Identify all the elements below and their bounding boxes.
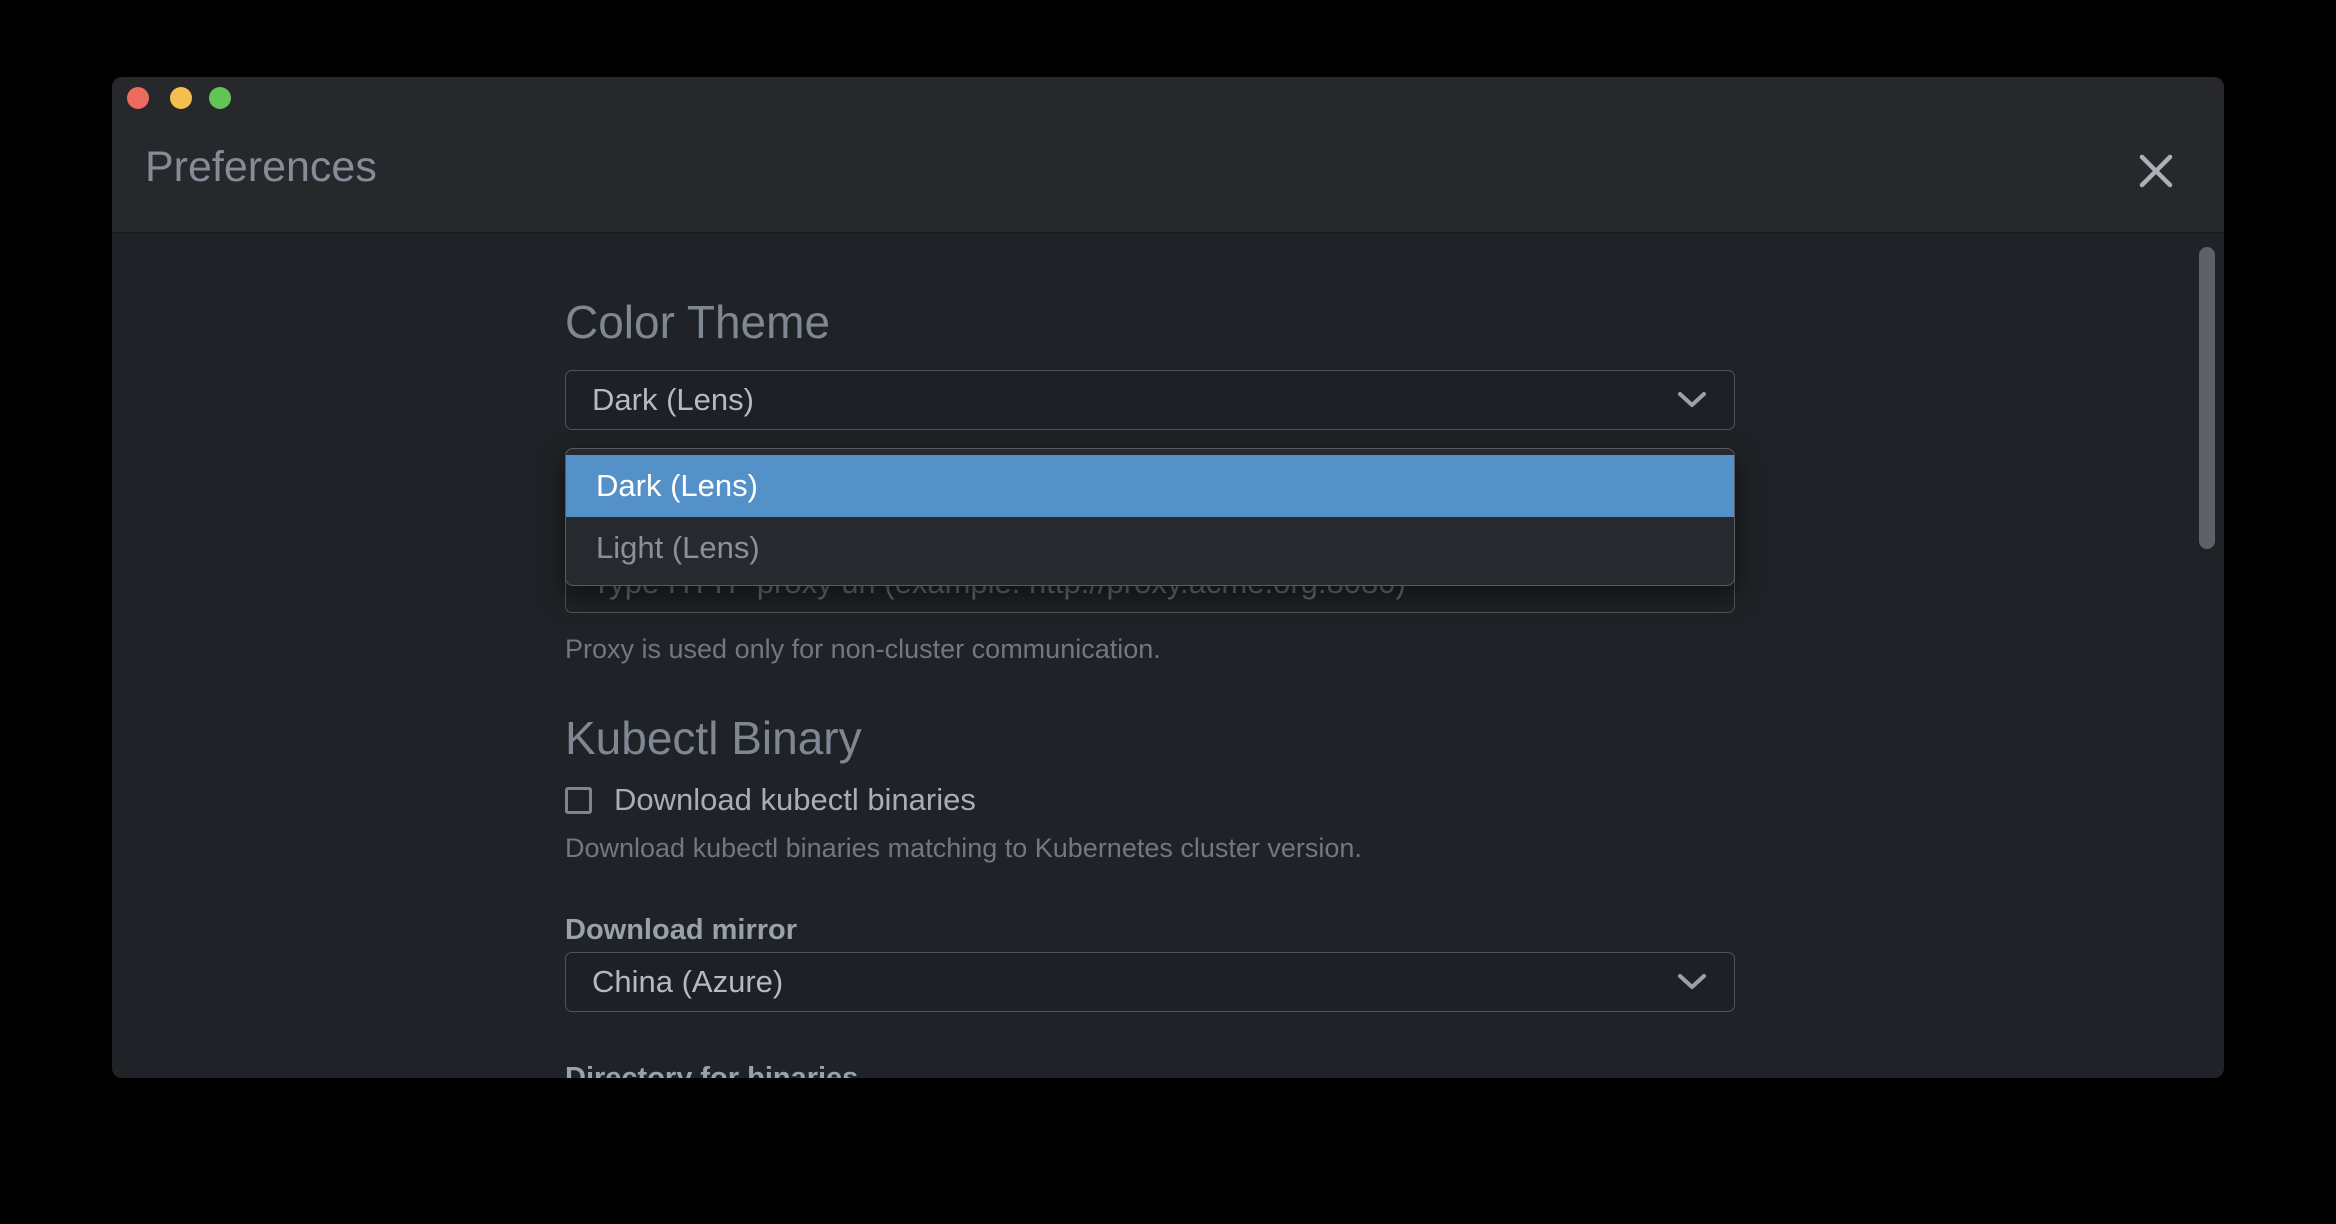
download-kubectl-hint: Download kubectl binaries matching to Ku…	[565, 832, 1735, 864]
chevron-down-icon	[1676, 964, 1708, 1000]
color-theme-dropdown-menu: Dark (Lens) Light (Lens)	[565, 448, 1735, 586]
desktop-background: Preferences Color Theme Dark (Lens)	[0, 0, 2336, 1224]
dropdown-option-label: Light (Lens)	[596, 530, 760, 566]
download-kubectl-checkbox-row[interactable]: Download kubectl binaries	[565, 782, 1735, 818]
vertical-scrollbar-thumb[interactable]	[2199, 247, 2215, 549]
traffic-light-minimize-button[interactable]	[170, 87, 192, 109]
dropdown-option-label: Dark (Lens)	[596, 468, 758, 504]
directory-for-binaries-label: Directory for binaries	[565, 1062, 1735, 1078]
traffic-light-zoom-button[interactable]	[209, 87, 231, 109]
chevron-down-icon	[1676, 382, 1708, 418]
download-kubectl-checkbox-label: Download kubectl binaries	[614, 782, 976, 818]
download-mirror-select-value: China (Azure)	[592, 964, 1660, 1000]
color-theme-select-value: Dark (Lens)	[592, 382, 1660, 418]
http-proxy-hint: Proxy is used only for non-cluster commu…	[565, 633, 1735, 665]
page-title: Preferences	[145, 143, 377, 191]
close-icon	[2136, 151, 2176, 191]
preferences-window: Preferences Color Theme Dark (Lens)	[112, 77, 2224, 1078]
download-mirror-label: Download mirror	[565, 914, 1735, 947]
color-theme-select[interactable]: Dark (Lens)	[565, 370, 1735, 430]
preferences-content: Color Theme Dark (Lens) Dark (Lens) Ligh…	[112, 233, 2224, 1078]
titlebar: Preferences	[112, 77, 2224, 233]
kubectl-binary-heading: Kubectl Binary	[565, 712, 1735, 764]
dropdown-option-light-lens[interactable]: Light (Lens)	[566, 517, 1734, 579]
download-mirror-select[interactable]: China (Azure)	[565, 952, 1735, 1012]
color-theme-heading: Color Theme	[565, 296, 1735, 348]
traffic-light-close-button[interactable]	[127, 87, 149, 109]
checkbox-unchecked-icon[interactable]	[565, 787, 592, 814]
dropdown-option-dark-lens[interactable]: Dark (Lens)	[566, 455, 1734, 517]
close-button[interactable]	[2124, 139, 2188, 203]
